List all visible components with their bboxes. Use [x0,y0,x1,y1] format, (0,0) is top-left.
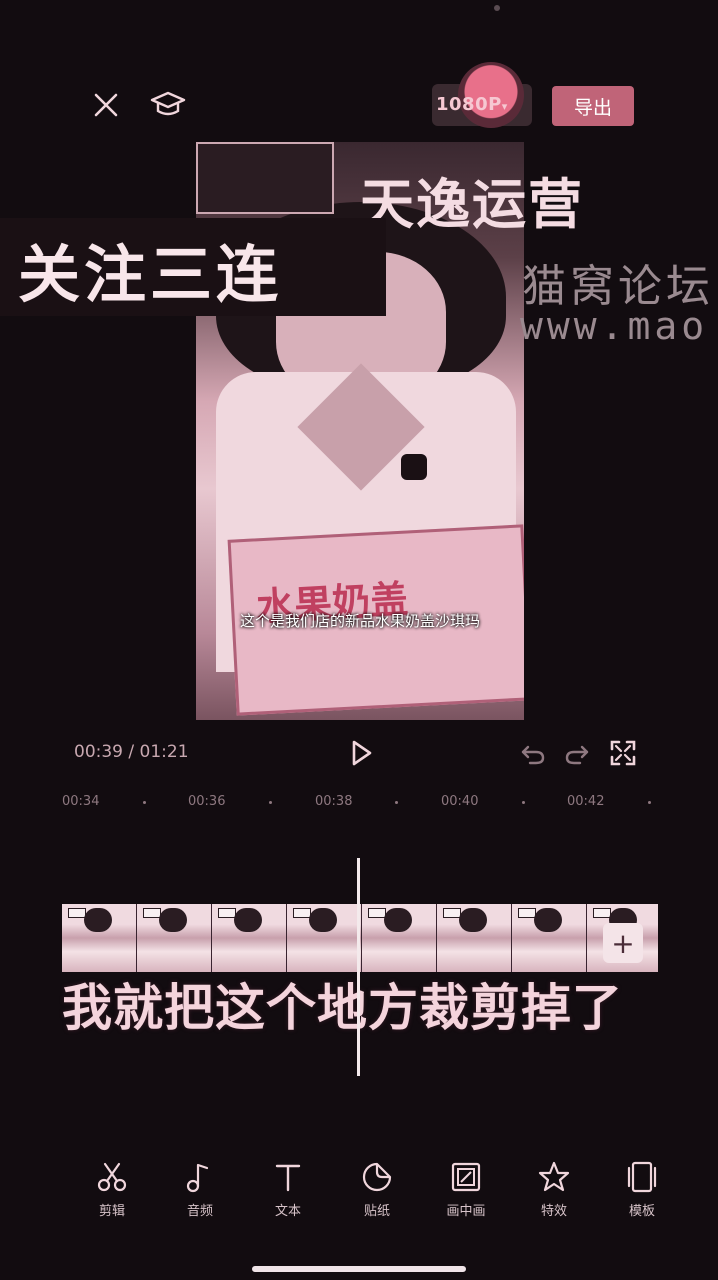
overlay-patch [196,142,334,214]
redo-button[interactable] [562,738,592,768]
track-thumbnail [62,904,137,972]
camera-dot [494,5,500,11]
tool-label: 画中画 [446,1204,486,1219]
lapel-mic [401,454,427,480]
watermark-line2: www.mao [520,304,709,348]
timeline-caption: 我就把这个地方裁剪掉了 [62,979,623,1037]
resolution-value: 1080P [436,94,502,115]
tutorial-button[interactable] [146,83,190,127]
track-thumbnail [137,904,212,972]
export-button[interactable]: 导出 [552,86,634,126]
home-indicator[interactable] [252,1266,466,1272]
fullscreen-button[interactable] [608,738,638,768]
current-time: 00:39 [74,742,123,762]
track-thumbnail [212,904,287,972]
tool-label: 剪辑 [98,1204,125,1219]
ruler-tick: 00:40 [441,794,479,809]
ruler-tick: 00:42 [567,794,605,809]
ruler-tick: 00:38 [315,794,353,809]
resolution-label[interactable]: 1080P▾ [436,94,528,115]
sticker-icon [362,1162,392,1192]
ruler-dot [522,801,525,804]
track-thumbnail [362,904,437,972]
playback-time: 00:39 / 01:21 [74,742,189,762]
video-track[interactable] [62,904,658,972]
add-clip-button[interactable]: + [603,923,643,963]
track-thumbnail [512,904,587,972]
graduation-cap-icon [150,91,186,116]
tool-text[interactable]: 文本 [253,1160,323,1219]
tool-audio[interactable]: 音频 [165,1160,235,1219]
ruler-tick: 00:34 [62,794,100,809]
tool-label: 音频 [186,1204,213,1219]
ruler-tick: 00:36 [188,794,226,809]
tool-label: 贴纸 [363,1204,390,1219]
tool-effects[interactable]: 特效 [519,1160,589,1219]
text-icon [275,1164,301,1192]
tool-edit[interactable]: 剪辑 [77,1160,147,1219]
track-thumbnail [287,904,362,972]
tool-label: 文本 [274,1204,301,1219]
music-note-icon [186,1163,209,1193]
tool-sticker[interactable]: 贴纸 [342,1160,412,1219]
play-icon [352,740,372,766]
close-icon [94,93,118,117]
scissors-icon [97,1162,127,1192]
ruler-dot [648,801,651,804]
overlay-title-right[interactable]: 天逸运营 [360,160,584,239]
total-time: 01:21 [139,742,189,762]
tool-label: 模板 [628,1204,655,1219]
tool-template[interactable]: 模板 [607,1160,677,1219]
template-icon [627,1161,657,1193]
undo-button[interactable] [518,738,548,768]
ruler-dot [395,801,398,804]
playhead[interactable] [357,858,360,1076]
effects-star-icon [538,1161,570,1192]
overlay-title-left[interactable]: 关注三连 [18,224,282,314]
fullscreen-icon [610,740,636,766]
track-thumbnail [437,904,512,972]
close-button[interactable] [84,83,128,127]
redo-icon [565,745,589,765]
video-subtitle: 这个是我们店的新品水果奶盖沙琪玛 [239,612,480,630]
play-button[interactable] [346,738,376,768]
chevron-down-icon: ▾ [501,100,508,113]
time-separator: / [123,742,140,762]
picture-in-picture-icon [451,1162,481,1192]
tool-label: 特效 [540,1204,567,1219]
ruler-dot [269,801,272,804]
tool-pip[interactable]: 画中画 [431,1160,501,1219]
undo-icon [521,745,545,765]
ruler-dot [143,801,146,804]
